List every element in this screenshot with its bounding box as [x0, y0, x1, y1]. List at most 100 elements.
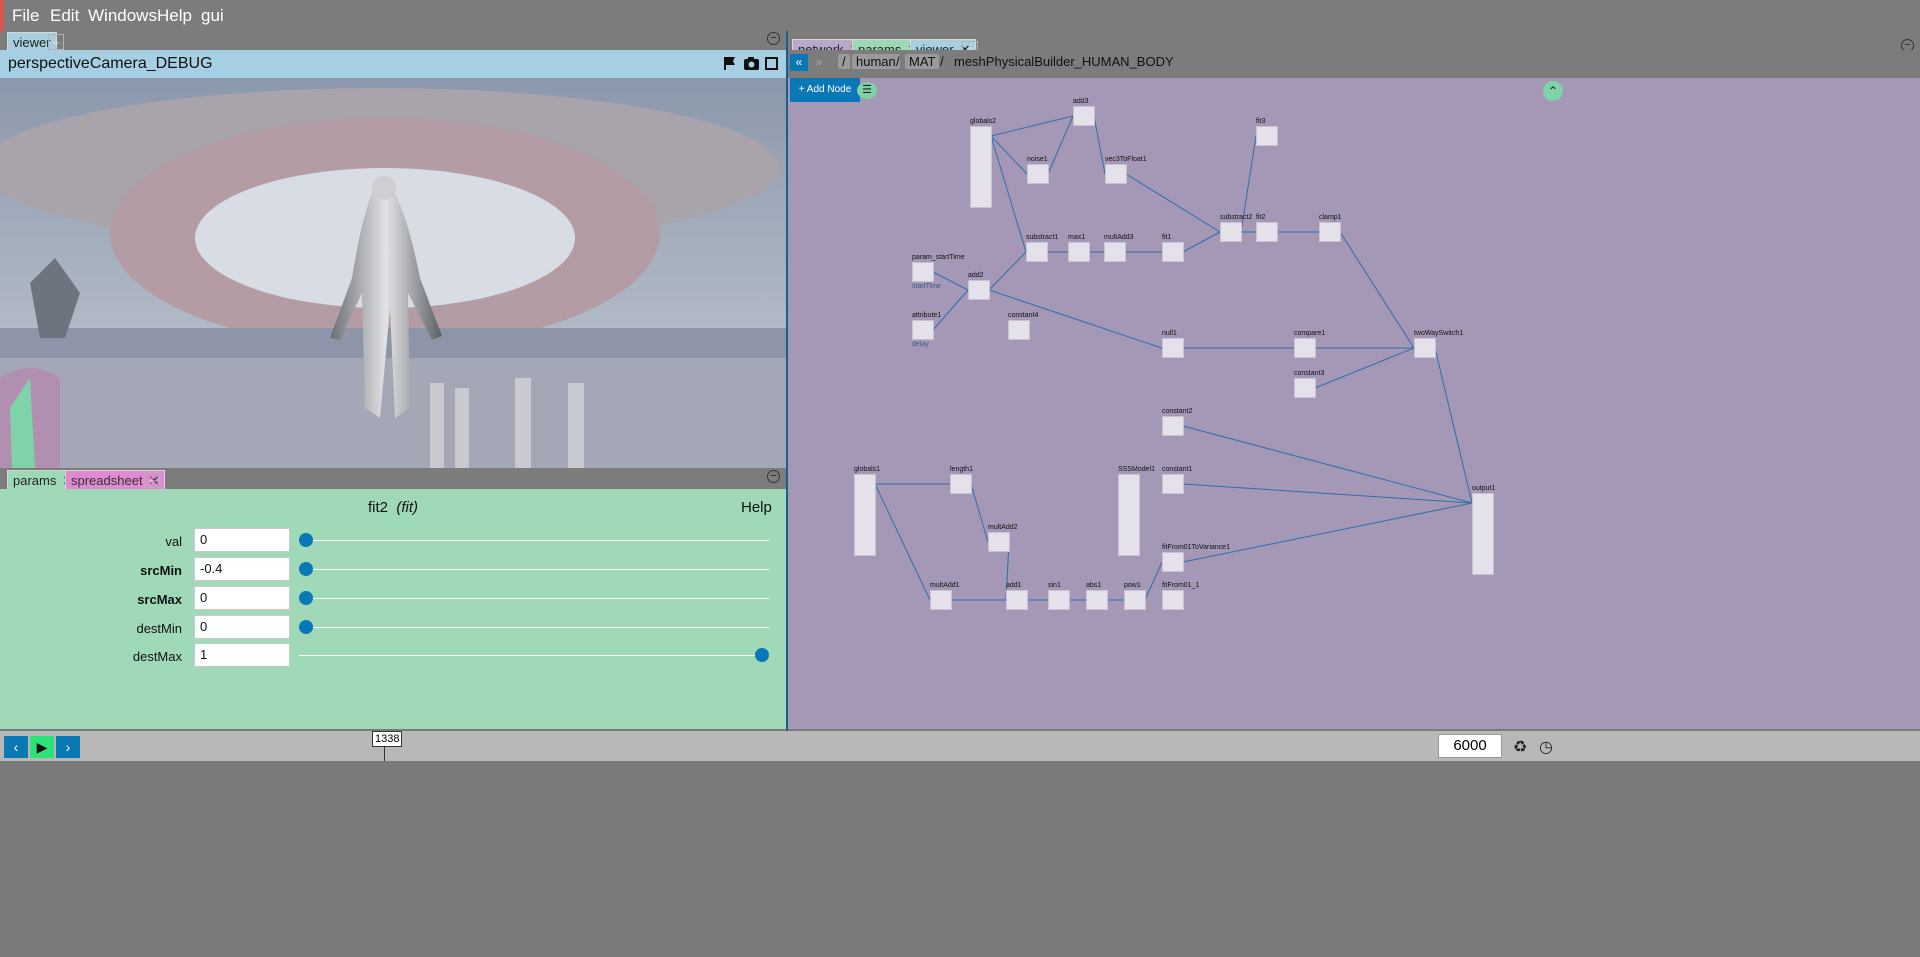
node-body[interactable]: [1068, 242, 1090, 262]
network-node[interactable]: attribute1: [912, 312, 941, 340]
node-body[interactable]: [912, 262, 934, 282]
menu-help[interactable]: Help: [157, 6, 192, 26]
network-node[interactable]: substract2: [1220, 214, 1252, 242]
node-body[interactable]: [968, 280, 990, 300]
node-body[interactable]: [1008, 320, 1030, 340]
collapse-panel-icon[interactable]: −: [767, 470, 780, 483]
add-tab-button[interactable]: +: [144, 472, 160, 488]
network-node[interactable]: length1: [950, 466, 973, 494]
current-frame[interactable]: 1338: [372, 731, 403, 747]
prev-frame-button[interactable]: ‹: [4, 736, 28, 758]
param-input-destMax[interactable]: 1: [194, 643, 290, 667]
node-body[interactable]: [1414, 338, 1436, 358]
node-body[interactable]: [1162, 590, 1184, 610]
timeline-track[interactable]: [85, 731, 1435, 761]
network-node[interactable]: abs1: [1086, 582, 1108, 610]
network-node[interactable]: add1: [1006, 582, 1028, 610]
node-body[interactable]: [930, 590, 952, 610]
network-editor[interactable]: + Add Node ☰ ⌃ add3 globals2 fit3 noise1 vec…: [788, 78, 1920, 729]
camera-icon[interactable]: [743, 56, 760, 71]
slider-knob-destMax[interactable]: [755, 648, 769, 662]
node-body[interactable]: [1220, 222, 1242, 242]
network-node[interactable]: SSSModel1: [1118, 466, 1155, 556]
menu-gui[interactable]: gui: [201, 6, 224, 26]
network-node[interactable]: constant1: [1162, 466, 1192, 494]
node-body[interactable]: [912, 320, 934, 340]
node-body[interactable]: [1162, 242, 1184, 262]
network-node[interactable]: fitFrom01_1: [1162, 582, 1199, 610]
param-input-val[interactable]: 0: [194, 528, 290, 552]
network-node[interactable]: param_startTime: [912, 254, 965, 282]
viewport-3d[interactable]: [0, 78, 786, 468]
network-node[interactable]: twoWaySwitch1: [1414, 330, 1463, 358]
node-body[interactable]: [1162, 474, 1184, 494]
node-body[interactable]: [1124, 590, 1146, 610]
network-node[interactable]: compare1: [1294, 330, 1325, 358]
clock-icon[interactable]: ◷: [1539, 737, 1553, 757]
menu-windows[interactable]: Windows: [88, 6, 157, 26]
breadcrumb-mat[interactable]: MAT: [905, 54, 940, 69]
network-node[interactable]: pow1: [1124, 582, 1146, 610]
param-slider-val[interactable]: [299, 540, 769, 541]
network-node[interactable]: clamp1: [1319, 214, 1342, 242]
node-body[interactable]: [1294, 338, 1316, 358]
breadcrumb-human[interactable]: human: [852, 54, 900, 69]
param-slider-destMin[interactable]: [299, 627, 769, 628]
node-body[interactable]: [1026, 242, 1048, 262]
network-node[interactable]: globals2: [970, 118, 996, 208]
back-icon[interactable]: «: [790, 54, 808, 71]
node-body[interactable]: [1118, 474, 1140, 556]
network-node[interactable]: substract1: [1026, 234, 1058, 262]
add-tab-button[interactable]: +: [48, 34, 64, 50]
node-body[interactable]: [1162, 416, 1184, 436]
node-body[interactable]: [1162, 338, 1184, 358]
timeline[interactable]: 1338 6000 ♻ ◷: [0, 731, 1920, 761]
param-input-destMin[interactable]: 0: [194, 615, 290, 639]
node-body[interactable]: [1256, 222, 1278, 242]
network-node[interactable]: sin1: [1048, 582, 1070, 610]
node-body[interactable]: [1319, 222, 1341, 242]
menu-edit[interactable]: Edit: [50, 6, 79, 26]
node-body[interactable]: [1162, 552, 1184, 572]
node-body[interactable]: [1073, 106, 1095, 126]
network-node[interactable]: fit2: [1256, 214, 1278, 242]
network-node[interactable]: multAdd3: [1104, 234, 1134, 262]
network-node[interactable]: fit3: [1256, 118, 1278, 146]
recycle-icon[interactable]: ♻: [1513, 737, 1527, 757]
menu-file[interactable]: File: [12, 6, 39, 26]
node-body[interactable]: [1294, 378, 1316, 398]
param-slider-srcMax[interactable]: [299, 598, 769, 599]
param-slider-destMax[interactable]: [299, 655, 769, 656]
param-input-srcMin[interactable]: -0.4: [194, 557, 290, 581]
network-node[interactable]: add2: [968, 272, 990, 300]
breadcrumb-root[interactable]: /: [838, 54, 850, 69]
network-node[interactable]: fit1: [1162, 234, 1184, 262]
collapse-panel-icon[interactable]: −: [767, 32, 780, 45]
next-frame-button[interactable]: ›: [56, 736, 80, 758]
network-node[interactable]: globals1: [854, 466, 880, 556]
network-node[interactable]: multAdd1: [930, 582, 960, 610]
node-body[interactable]: [1105, 164, 1127, 184]
node-body[interactable]: [988, 532, 1010, 552]
network-node[interactable]: fitFrom01ToVariance1: [1162, 544, 1230, 572]
network-node[interactable]: constant2: [1162, 408, 1192, 436]
slider-knob-srcMax[interactable]: [299, 591, 313, 605]
network-node[interactable]: multAdd2: [988, 524, 1018, 552]
playhead[interactable]: [384, 746, 385, 761]
network-node[interactable]: null1: [1162, 330, 1184, 358]
end-frame-input[interactable]: 6000: [1438, 734, 1502, 758]
node-body[interactable]: [950, 474, 972, 494]
slider-knob-val[interactable]: [299, 533, 313, 547]
network-node[interactable]: noise1: [1027, 156, 1049, 184]
network-node[interactable]: vec3ToFloat1: [1105, 156, 1147, 184]
network-node[interactable]: output1: [1472, 485, 1495, 575]
help-button[interactable]: Help: [741, 499, 772, 516]
network-node[interactable]: constant4: [1008, 312, 1038, 340]
network-node[interactable]: constant3: [1294, 370, 1324, 398]
node-body[interactable]: [1086, 590, 1108, 610]
param-input-srcMax[interactable]: 0: [194, 586, 290, 610]
network-node[interactable]: add3: [1073, 98, 1095, 126]
node-body[interactable]: [1006, 590, 1028, 610]
maximize-icon[interactable]: [765, 57, 778, 70]
forward-icon[interactable]: »: [810, 54, 828, 71]
